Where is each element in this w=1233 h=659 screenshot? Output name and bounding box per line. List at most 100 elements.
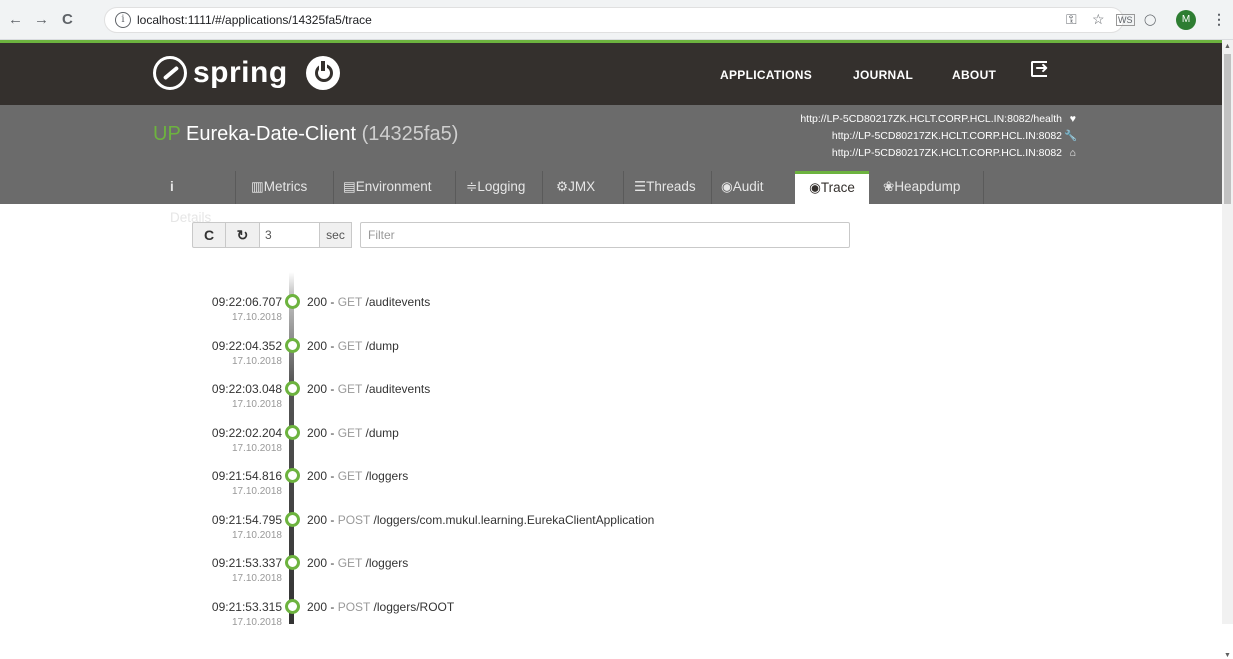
trace-time: 09:22:06.707 (211, 295, 282, 309)
management-url[interactable]: http://LP-5CD80217ZK.HCLT.CORP.HCL.IN:80… (832, 130, 1062, 142)
tab-divider (983, 171, 984, 204)
filter-input[interactable]: Filter (360, 222, 850, 248)
timeline-dot (285, 555, 300, 570)
spring-logo[interactable]: spring (153, 55, 340, 91)
trace-entry[interactable]: 09:22:02.204 17.10.2018 200 - GET /dump (0, 424, 1222, 470)
trace-summary[interactable]: 200 - GET /loggers (307, 556, 408, 570)
trace-path: /dump (365, 338, 399, 353)
star-icon[interactable]: ☆ (1092, 11, 1105, 28)
trace-summary[interactable]: 200 - POST /loggers/ROOT (307, 600, 454, 614)
trace-status: 200 (307, 425, 328, 440)
scroll-up-icon[interactable]: ▲ (1224, 43, 1231, 50)
trace-path: /dump (365, 425, 399, 440)
timeline-dot (285, 381, 300, 396)
reload-icon[interactable]: C (62, 11, 73, 28)
trace-method: GET (337, 338, 363, 353)
tab-threads[interactable]: ☰Threads (634, 171, 696, 204)
trace-date: 17.10.2018 (231, 442, 282, 454)
browser-toolbar: ← → C i localhost:1111/#/applications/14… (0, 0, 1233, 40)
trace-path: /auditevents (365, 295, 431, 309)
management-url-row[interactable]: http://LP-5CD80217ZK.HCLT.CORP.HCL.IN:80… (800, 128, 1078, 145)
trace-entry[interactable]: 09:21:54.795 17.10.2018 200 - POST /logger… (0, 511, 1222, 557)
tab-label: Threads (646, 179, 696, 194)
trace-entry[interactable]: 09:22:04.352 17.10.2018 200 - GET /dump (0, 337, 1222, 383)
scroll-down-icon[interactable]: ▼ (1224, 652, 1231, 659)
tab-jmx[interactable]: ⚙JMX (556, 171, 595, 204)
trace-time: 09:21:54.816 (211, 469, 282, 483)
trace-date: 17.10.2018 (231, 616, 282, 628)
extension-circle-icon[interactable]: ◯ (1144, 13, 1156, 26)
tab-logging[interactable]: ≑Logging (466, 171, 525, 204)
bar-chart-icon: ▥ (251, 179, 264, 194)
back-arrow-icon[interactable]: ← (8, 11, 23, 28)
trace-entry[interactable]: 09:22:03.048 17.10.2018 200 - GET /auditev… (0, 381, 1222, 426)
address-url[interactable]: localhost:1111/#/applications/14325fa5/t… (137, 13, 372, 27)
cubes-icon: ❀ (883, 179, 895, 194)
auto-refresh-button[interactable]: ↻ (226, 222, 260, 248)
application-id: (14325fa5) (361, 123, 459, 145)
list-icon: ▤ (343, 179, 356, 194)
trace-status: 200 (307, 512, 328, 527)
trace-summary[interactable]: 200 - GET /auditevents (307, 382, 430, 396)
health-url-row[interactable]: http://LP-5CD80217ZK.HCLT.CORP.HCL.IN:80… (800, 111, 1076, 128)
trace-method: GET (337, 382, 363, 396)
tab-divider (455, 171, 456, 204)
tab-label: Audit (732, 179, 764, 194)
trace-date: 17.10.2018 (231, 355, 282, 367)
trace-method: GET (337, 425, 363, 440)
health-url[interactable]: http://LP-5CD80217ZK.HCLT.CORP.HCL.IN:80… (800, 113, 1062, 125)
trace-entry[interactable]: 09:21:54.816 17.10.2018 200 - GET /loggers (0, 468, 1222, 513)
trace-path: /loggers/com.mukul.learning.EurekaClient… (373, 512, 655, 527)
wrench-icon: 🔧 (1064, 130, 1078, 142)
logo-text: spring (193, 56, 288, 89)
address-bar[interactable]: i localhost:1111/#/applications/14325fa5… (104, 7, 1124, 33)
trace-summary[interactable]: 200 - GET /auditevents (307, 295, 430, 309)
trace-time: 09:22:02.204 (211, 425, 282, 440)
trace-status: 200 (307, 469, 328, 483)
power-icon (305, 56, 340, 90)
trace-path: /loggers (365, 469, 409, 483)
trace-summary[interactable]: 200 - GET /dump (307, 339, 399, 353)
tab-metrics[interactable]: ▥Metrics (251, 171, 307, 204)
refresh-interval-input[interactable]: 3 (260, 222, 320, 248)
tab-trace[interactable]: ◉Trace (795, 171, 869, 204)
trace-entry[interactable]: 09:21:53.337 17.10.2018 200 - GET /loggers (0, 555, 1222, 600)
trace-method: GET (337, 556, 363, 570)
tab-heapdump[interactable]: ❀Heapdump (883, 171, 960, 204)
status-badge: UP (153, 123, 181, 145)
scrollbar-thumb[interactable] (1224, 54, 1231, 204)
trace-summary[interactable]: 200 - GET /loggers (307, 469, 408, 483)
logout-icon[interactable] (1031, 58, 1048, 78)
tab-details[interactable]: i Details (170, 171, 211, 225)
trace-status: 200 (307, 556, 328, 570)
interval-unit: sec (320, 222, 352, 248)
forward-arrow-icon[interactable]: → (34, 11, 49, 28)
site-info-icon[interactable]: i (115, 12, 131, 28)
trace-summary[interactable]: 200 - GET /dump (307, 426, 399, 440)
menu-icon[interactable]: ⋮ (1212, 11, 1226, 28)
nav-about[interactable]: ABOUT (952, 68, 996, 82)
refresh-button[interactable]: C (192, 222, 226, 248)
trace-entry[interactable]: 09:21:53.315 17.10.2018 200 - POST /logger… (0, 598, 1222, 644)
trace-entry[interactable]: 09:22:06.707 17.10.2018 200 - GET /auditev… (0, 294, 1222, 339)
tab-divider (333, 171, 334, 204)
trace-path: /auditevents (365, 382, 431, 396)
trace-summary[interactable]: 200 - POST /loggers/com.mukul.learning.E… (307, 513, 654, 527)
trace-time: 09:22:03.048 (211, 382, 282, 396)
nav-journal[interactable]: JOURNAL (853, 68, 913, 82)
scrollbar[interactable]: ▲ ▼ (1222, 40, 1233, 659)
key-icon[interactable]: ⚿ (1066, 11, 1077, 28)
tab-label: Logging (477, 179, 526, 194)
trace-date: 17.10.2018 (231, 529, 282, 541)
tab-audit[interactable]: ◉Audit (721, 171, 764, 204)
nav-applications[interactable]: APPLICATIONS (720, 68, 812, 82)
tab-divider (235, 171, 236, 204)
spring-leaf-icon (153, 56, 187, 90)
trace-time: 09:21:54.795 (211, 512, 282, 527)
service-url-row[interactable]: http://LP-5CD80217ZK.HCLT.CORP.HCL.IN:80… (800, 145, 1076, 162)
extension-ws-icon[interactable]: WS (1116, 14, 1135, 26)
tab-environment[interactable]: ▤Environment (343, 171, 432, 204)
tab-divider (711, 171, 712, 204)
profile-avatar[interactable]: M (1176, 10, 1196, 30)
service-url[interactable]: http://LP-5CD80217ZK.HCLT.CORP.HCL.IN:80… (832, 147, 1062, 159)
